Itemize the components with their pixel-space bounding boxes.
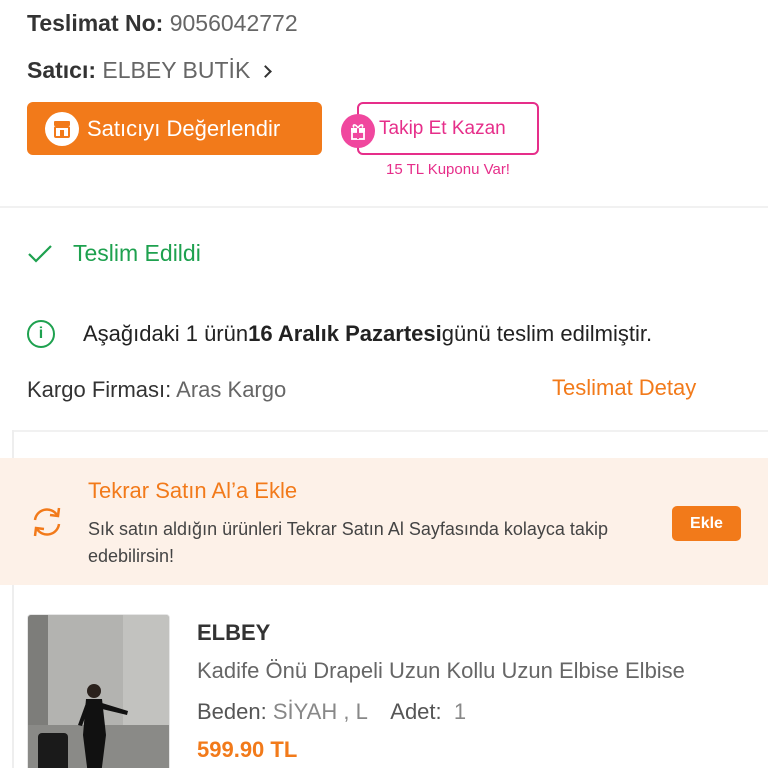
reorder-title: Tekrar Satın Al’a Ekle (88, 478, 298, 503)
delivery-detail-link[interactable]: Teslimat Detay (552, 375, 696, 401)
store-icon (45, 111, 79, 146)
delivery-number-value: 9056042772 (169, 10, 298, 36)
delivery-number-row: Teslimat No: 9056042772 (27, 10, 298, 37)
follow-earn-label: Takip Et Kazan (379, 117, 506, 139)
chevron-right-icon (258, 65, 272, 78)
reorder-description: Sık satın aldığın ürünleri Tekrar Satın … (88, 519, 608, 566)
quantity-label: Adet: (390, 699, 442, 724)
delivery-status: Teslim Edildi (27, 240, 201, 267)
gift-icon (341, 114, 375, 148)
delivery-info-suffix: günü teslim edilmiştir. (441, 321, 653, 346)
product-price: 599.90 TL (197, 737, 298, 762)
product-image[interactable] (27, 614, 170, 768)
delivery-info: i Aşağıdaki 1 ürün 16 Aralık Pazartesi g… (27, 320, 652, 348)
info-icon: i (27, 320, 55, 348)
cargo-name: Aras Kargo (176, 377, 287, 402)
cargo-company-row: Kargo Firması: Aras Kargo (27, 377, 286, 403)
refresh-icon (33, 507, 61, 537)
size-value: SİYAH , L (272, 699, 368, 724)
delivery-info-prefix: Aşağıdaki 1 ürün (83, 321, 249, 346)
rate-seller-label: Satıcıyı Değerlendir (87, 115, 281, 141)
quantity-value: 1 (453, 699, 467, 724)
cargo-label: Kargo Firması: (27, 377, 172, 402)
add-reorder-button[interactable]: Ekle (672, 506, 741, 541)
product-name[interactable]: Kadife Önü Drapeli Uzun Kollu Uzun Elbis… (197, 658, 685, 684)
follow-earn-button[interactable]: Takip Et Kazan (341, 102, 539, 155)
size-label: Beden: (197, 699, 267, 724)
seller-link[interactable]: Satıcı: ELBEY BUTİK (27, 57, 272, 84)
product-brand: ELBEY (197, 620, 271, 645)
reorder-banner: Tekrar Satın Al’a Ekle Sık satın aldığın… (0, 458, 768, 585)
section-divider-2 (12, 430, 768, 432)
delivery-status-label: Teslim Edildi (73, 240, 201, 266)
seller-label: Satıcı: (27, 57, 97, 83)
checkmark-icon (28, 244, 52, 263)
coupon-note: 15 TL Kuponu Var! (386, 161, 510, 178)
delivery-number-label: Teslimat No: (27, 10, 164, 36)
section-divider (0, 206, 768, 208)
product-variant: Beden: SİYAH , L Adet: 1 (197, 699, 466, 725)
delivery-date: 16 Aralık Pazartesi (248, 321, 442, 346)
rate-seller-button[interactable]: Satıcıyı Değerlendir (27, 102, 322, 155)
seller-name: ELBEY BUTİK (102, 57, 251, 83)
